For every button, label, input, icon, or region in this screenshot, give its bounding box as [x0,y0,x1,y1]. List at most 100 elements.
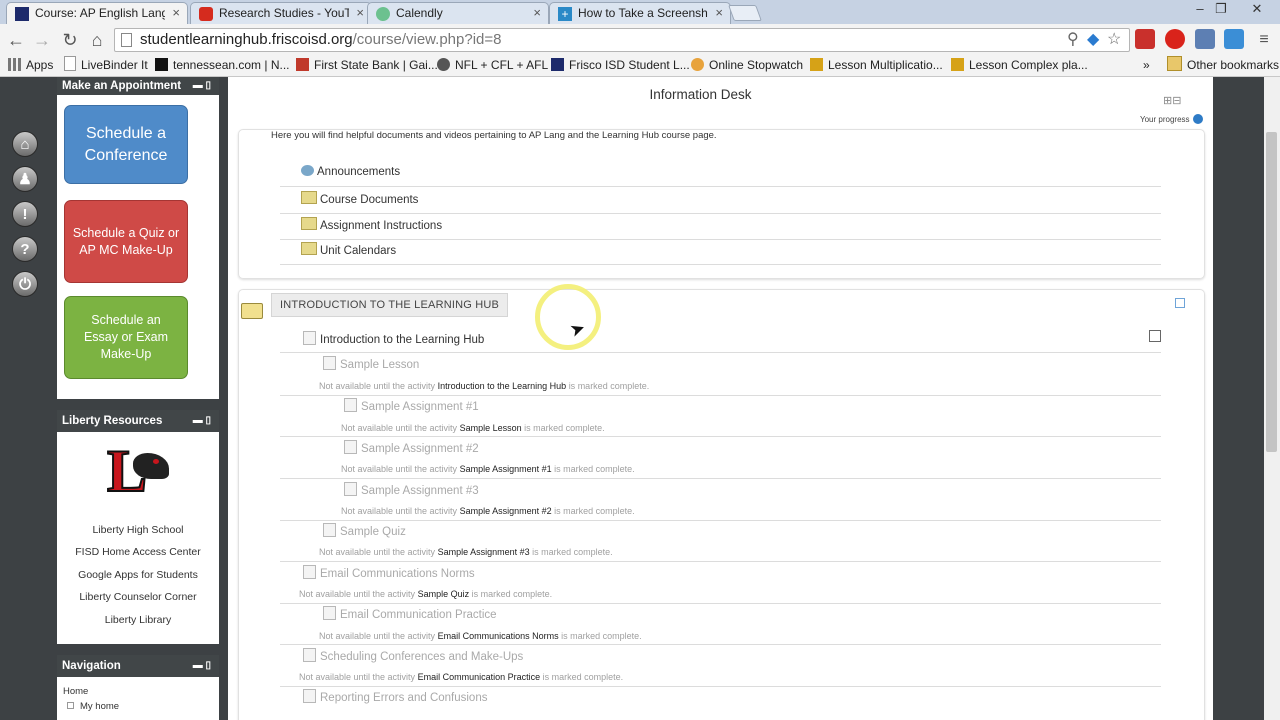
divider [280,186,1161,187]
schedule-quiz-button[interactable]: Schedule a Quiz or AP MC Make-Up [64,200,188,283]
divider [280,395,1161,396]
divider [280,561,1161,562]
tab-title: How to Take a Screenshot [578,6,708,20]
progress-info-icon[interactable] [1193,114,1203,124]
scrollbar-thumb[interactable] [1266,132,1277,452]
more-bookmarks-chevron[interactable]: » [1143,56,1150,74]
appointment-block: Make an Appointment ▬ ▯ Schedule a Confe… [57,77,219,399]
address-bar[interactable]: studentlearninghub.friscoisd.org/course/… [114,28,1130,52]
topic-title: INTRODUCTION TO THE LEARNING HUB [271,293,509,317]
divider [280,644,1161,645]
nav-my-home[interactable]: My home [67,701,119,712]
page-icon [303,648,316,662]
extension-circle-icon[interactable] [1165,29,1185,49]
home-icon[interactable]: ⌂ [85,28,109,52]
link-liberty-library[interactable]: Liberty Library [57,614,219,626]
quiz-icon [323,523,336,537]
power-nav-icon[interactable]: ⏻ [12,271,38,297]
assignment-icon [344,482,357,496]
user-nav-icon[interactable]: ♟ [12,166,38,192]
block-controls-icon[interactable]: ▬ ▯ [193,77,211,95]
block-controls-icon[interactable]: ▬ ▯ [193,410,211,432]
reload-icon[interactable]: ↻ [58,28,82,52]
tab-course[interactable]: Course: AP English Langu × [6,2,188,24]
link-google-apps[interactable]: Google Apps for Students [57,569,219,581]
schedule-conference-button[interactable]: Schedule a Conference [64,105,188,184]
tab-calendly[interactable]: Calendly × [367,2,549,24]
bookmark-apps[interactable]: Apps [8,56,53,74]
bookmark-livebinder[interactable]: LiveBinder It [64,56,148,74]
schedule-essay-button[interactable]: Schedule an Essay or Exam Make-Up [64,296,188,379]
restore-icon[interactable]: ❐ [1207,0,1235,18]
resources-block-header: Liberty Resources ▬ ▯ [57,410,219,432]
close-window-icon[interactable]: ✕ [1240,0,1274,18]
extension-blue-icon[interactable] [1224,29,1244,49]
unit-calendars-link[interactable]: Unit Calendars [301,242,396,257]
bookmark-lesson-complex[interactable]: Lesson Complex pla... [951,56,1088,74]
activity-email-practice[interactable]: Email Communication Practice [323,606,497,621]
close-tab-icon[interactable]: × [356,3,364,23]
activity-sample-quiz[interactable]: Sample Quiz [323,523,406,538]
bookmark-frisco-isd[interactable]: Frisco ISD Student L... [551,56,690,74]
tab-title: Calendly [396,6,443,20]
tab-youtube[interactable]: Research Studies - YouTul × [190,2,372,24]
url-text[interactable]: studentlearninghub.friscoisd.org/course/… [140,29,502,51]
close-tab-icon[interactable]: × [715,3,723,23]
activity-sample-lesson[interactable]: Sample Lesson [323,356,419,371]
bookmark-other[interactable]: Other bookmarks [1167,56,1279,74]
expand-collapse-icons[interactable]: ⊞⊟ [1163,94,1181,107]
activity-scheduling-conferences[interactable]: Scheduling Conferences and Make-Ups [303,648,523,663]
help-nav-icon[interactable]: ? [12,236,38,262]
activity-email-norms[interactable]: Email Communications Norms [303,565,475,580]
activity-sample-assignment-1[interactable]: Sample Assignment #1 [344,398,479,413]
activity-intro-learning-hub[interactable]: Introduction to the Learning Hub [303,331,484,346]
new-tab-button[interactable] [728,5,762,21]
activity-sample-assignment-2[interactable]: Sample Assignment #2 [344,440,479,455]
bookmark-stopwatch[interactable]: Online Stopwatch [691,56,803,74]
topic-highlight-icon[interactable] [1175,298,1185,308]
link-fisd-home-access[interactable]: FISD Home Access Center [57,546,219,558]
course-documents-link[interactable]: Course Documents [301,191,418,206]
progress-label: Your progress [1140,115,1190,124]
activity-sample-assignment-3[interactable]: Sample Assignment #3 [344,482,479,497]
forward-icon[interactable]: → [30,28,54,52]
bookmark-tennessean[interactable]: tennessean.com | N... [155,56,290,74]
zoom-icon[interactable]: ⚲ [1067,31,1079,49]
bookmark-label: Lesson Complex pla... [969,58,1088,72]
divider [280,264,1161,265]
liberty-logo: L [106,438,171,507]
bookmark-star-icon[interactable]: ☆ [1107,31,1121,49]
page-scrollbar[interactable] [1264,77,1280,720]
link-liberty-high-school[interactable]: Liberty High School [57,524,219,536]
bookmark-label: Other bookmarks [1187,58,1280,72]
link-counselor-corner[interactable]: Liberty Counselor Corner [57,591,219,603]
completion-checkbox[interactable] [1149,330,1161,342]
close-tab-icon[interactable]: × [533,3,541,23]
bookmarks-bar: Apps LiveBinder It tennessean.com | N...… [0,56,1280,77]
home-nav-icon[interactable]: ⌂ [12,131,38,157]
alert-nav-icon[interactable]: ! [12,201,38,227]
block-controls-icon[interactable]: ▬ ▯ [193,655,211,677]
nav-home-link[interactable]: Home [63,686,88,697]
open-folder-icon [241,303,263,319]
extension-icon[interactable]: ◆ [1087,31,1099,49]
apps-grid-icon [8,58,21,71]
announcements-link[interactable]: Announcements [301,165,400,178]
extension-red-icon[interactable] [1135,29,1155,49]
assignment-icon [344,440,357,454]
close-tab-icon[interactable]: × [172,3,180,23]
extension-window-icon[interactable] [1195,29,1215,49]
menu-icon[interactable]: ≡ [1252,28,1276,52]
bookmark-first-state-bank[interactable]: First State Bank | Gai... [296,56,438,74]
bookmark-nfl[interactable]: NFL + CFL + AFL [437,56,548,74]
lesson-icon [810,58,823,71]
activity-reporting-errors[interactable]: Reporting Errors and Confusions [303,689,487,704]
tab-screenshot[interactable]: + How to Take a Screenshot × [549,2,731,24]
back-icon[interactable]: ← [4,28,28,52]
assignment-instructions-link[interactable]: Assignment Instructions [301,217,442,232]
course-content: Information Desk ⊞⊟ Your progress Here y… [228,77,1213,720]
bookmark-lesson-mult[interactable]: Lesson Multiplicatio... [810,56,943,74]
bookmark-label: tennessean.com | N... [173,58,290,72]
activity-label: Announcements [317,166,401,178]
divider [280,352,1161,353]
